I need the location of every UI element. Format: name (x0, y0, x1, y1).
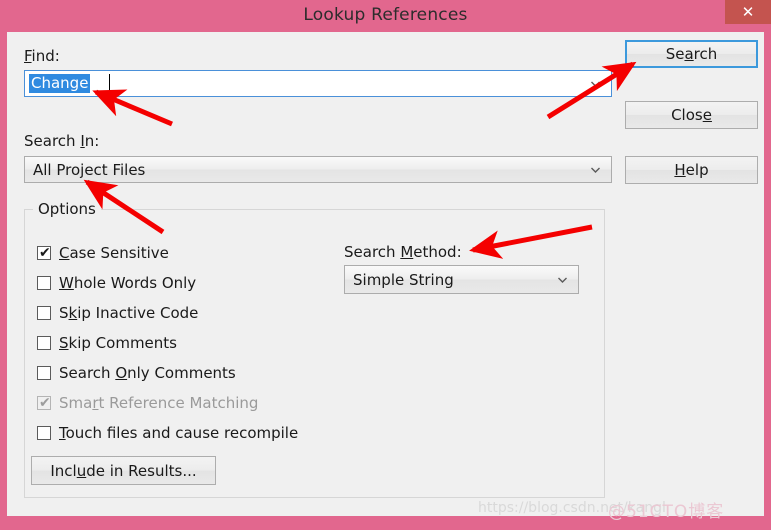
find-label: Find: (24, 47, 60, 65)
find-input[interactable]: Change (24, 70, 612, 97)
search-in-select[interactable]: All Project Files (24, 156, 612, 183)
chevron-down-icon[interactable] (590, 78, 601, 89)
checkbox-search-only-comments[interactable]: Search Only Comments (37, 362, 236, 384)
checkbox-box (37, 366, 51, 380)
close-button[interactable]: Clos e (625, 101, 758, 129)
close-icon[interactable]: ✕ (725, 0, 771, 24)
search-button[interactable]: Se a rch (625, 40, 758, 68)
dialog-client-area: Find: Change Se a rch Clos e Search In: All… (7, 32, 764, 516)
check-icon: ✔ (39, 245, 51, 261)
include-in-results-button[interactable]: Incl u de in Results... (31, 456, 216, 485)
checkbox-label: Skip Inactive Code (59, 304, 199, 322)
checkbox-box (37, 276, 51, 290)
checkbox-label: Skip Comments (59, 334, 177, 352)
checkbox-label: Whole Words Only (59, 274, 197, 292)
chevron-down-icon[interactable] (590, 164, 601, 175)
checkbox-box (37, 306, 51, 320)
checkbox-box: ✔ (37, 395, 51, 411)
checkbox-box (37, 426, 51, 440)
search-in-value: All Project Files (33, 160, 146, 179)
checkbox-touch-files-and-cause-recompile[interactable]: Touch files and cause recompile (37, 422, 298, 444)
title-bar: Lookup References ✕ (0, 0, 771, 32)
dialog-window: Lookup References ✕ Find: Change Se a rch … (0, 0, 771, 530)
check-icon: ✔ (39, 395, 51, 411)
checkbox-case-sensitive[interactable]: ✔ Case Sensitive (37, 242, 169, 264)
checkbox-label: Smart Reference Matching (59, 394, 259, 412)
checkbox-skip-inactive-code[interactable]: Skip Inactive Code (37, 302, 198, 324)
search-method-select[interactable]: Simple String (344, 265, 579, 294)
search-method-value: Simple String (353, 270, 454, 289)
checkbox-whole-words-only[interactable]: Whole Words Only (37, 272, 196, 294)
search-method-label: Search Method: (344, 243, 462, 261)
checkbox-box: ✔ (37, 245, 51, 261)
window-title: Lookup References (303, 5, 468, 25)
find-input-value: Change (29, 74, 91, 93)
help-button[interactable]: Help (625, 156, 758, 184)
checkbox-label: Case Sensitive (59, 244, 169, 262)
search-in-label: Search In: (24, 132, 100, 150)
checkbox-smart-reference-matching: ✔ Smart Reference Matching (37, 392, 258, 414)
checkbox-skip-comments[interactable]: Skip Comments (37, 332, 177, 354)
text-caret (109, 74, 110, 93)
chevron-down-icon[interactable] (557, 274, 568, 285)
checkbox-label: Touch files and cause recompile (59, 424, 299, 442)
options-group-legend: Options (33, 200, 101, 218)
checkbox-box (37, 336, 51, 350)
checkbox-label: Search Only Comments (59, 364, 236, 382)
